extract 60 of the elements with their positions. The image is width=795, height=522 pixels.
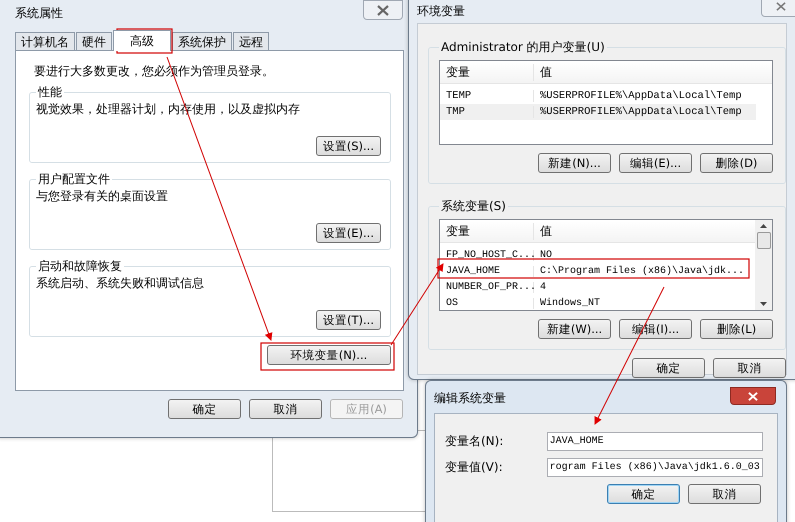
variable-value[interactable]: Windows_NT — [534, 298, 600, 308]
dialog-button[interactable]: 取消 — [249, 399, 322, 419]
variable-name[interactable]: TMP — [440, 106, 534, 118]
window-title: 编辑系统变量 — [434, 390, 506, 406]
column-header[interactable]: 变量 — [440, 222, 534, 240]
group-title: 启动和故障恢复 — [37, 258, 123, 275]
variable-value[interactable]: C:\Program Files (x86)\Java\jdk... — [534, 266, 744, 276]
group-title: Administrator 的用户变量(U) — [440, 39, 606, 56]
group-description: 系统启动、系统失败和调试信息 — [36, 275, 205, 292]
variable-value[interactable]: 4 — [534, 282, 546, 292]
variable-name[interactable]: FP_NO_HOST_C... — [440, 250, 534, 260]
list-action-button[interactable]: 新建(N)... — [538, 153, 611, 173]
tab[interactable]: 硬件 — [76, 32, 112, 50]
tab[interactable]: 高级 — [113, 30, 171, 51]
group-title: 用户配置文件 — [37, 171, 111, 188]
window-title: 环境变量 — [417, 2, 465, 20]
dialog-button[interactable]: 确定 — [632, 358, 705, 378]
scrollbar[interactable] — [755, 220, 772, 310]
settings-button[interactable]: 设置(T)... — [316, 310, 381, 330]
dialog-button[interactable]: 确定 — [168, 399, 241, 419]
close-button[interactable] — [363, 0, 403, 20]
tab[interactable]: 系统保护 — [172, 32, 232, 50]
settings-button[interactable]: 设置(S)... — [316, 136, 381, 156]
variable-name[interactable]: NUMBER_OF_PR... — [440, 282, 534, 292]
dialog-button[interactable]: 取消 — [688, 484, 761, 504]
scroll-down-icon — [760, 302, 767, 306]
list-action-button[interactable]: 删除(L) — [700, 319, 773, 339]
dialog-button[interactable]: 确定 — [607, 484, 680, 504]
dialog-button[interactable]: 取消 — [713, 358, 786, 378]
close-button[interactable] — [730, 387, 776, 405]
list-action-button[interactable]: 编辑(E)... — [619, 153, 692, 173]
group-description: 与您登录有关的桌面设置 — [36, 188, 169, 205]
input-field[interactable]: JAVA_HOME — [546, 432, 763, 451]
close-icon — [775, 2, 787, 10]
list-action-button[interactable]: 新建(W)... — [538, 319, 611, 339]
close-icon — [376, 4, 390, 16]
column-header[interactable]: 值 — [534, 64, 552, 80]
input-field[interactable]: rogram Files (x86)\Java\jdk1.6.0_03 — [546, 458, 763, 477]
list-action-button[interactable]: 删除(D) — [700, 153, 773, 173]
highlight-frame — [116, 28, 173, 54]
variable-name[interactable]: TEMP — [440, 90, 534, 102]
settings-button[interactable]: 设置(E)... — [316, 223, 381, 243]
column-header[interactable]: 变量 — [440, 64, 534, 80]
column-header[interactable]: 值 — [534, 222, 552, 240]
window-title: 系统属性 — [15, 4, 63, 22]
tab[interactable]: 计算机名 — [15, 32, 75, 50]
field-label: 变量名(N): — [445, 433, 504, 450]
group-title: 性能 — [36, 84, 63, 101]
close-icon — [747, 392, 759, 400]
variable-value[interactable]: %USERPROFILE%\AppData\Local\Temp — [534, 90, 742, 102]
variable-name[interactable]: JAVA_HOME — [440, 266, 534, 276]
environment-variables-button[interactable]: 环境变量(N)... — [267, 345, 391, 365]
scroll-up-icon — [760, 224, 767, 228]
variable-value[interactable]: %USERPROFILE%\AppData\Local\Temp — [534, 106, 742, 118]
tab[interactable]: 远程 — [233, 32, 269, 50]
variable-value[interactable]: NO — [534, 250, 552, 260]
scroll-thumb[interactable] — [756, 232, 770, 249]
field-label: 变量值(V): — [445, 459, 504, 476]
variable-name[interactable]: OS — [440, 298, 534, 308]
group-title: 系统变量(S) — [440, 198, 507, 215]
